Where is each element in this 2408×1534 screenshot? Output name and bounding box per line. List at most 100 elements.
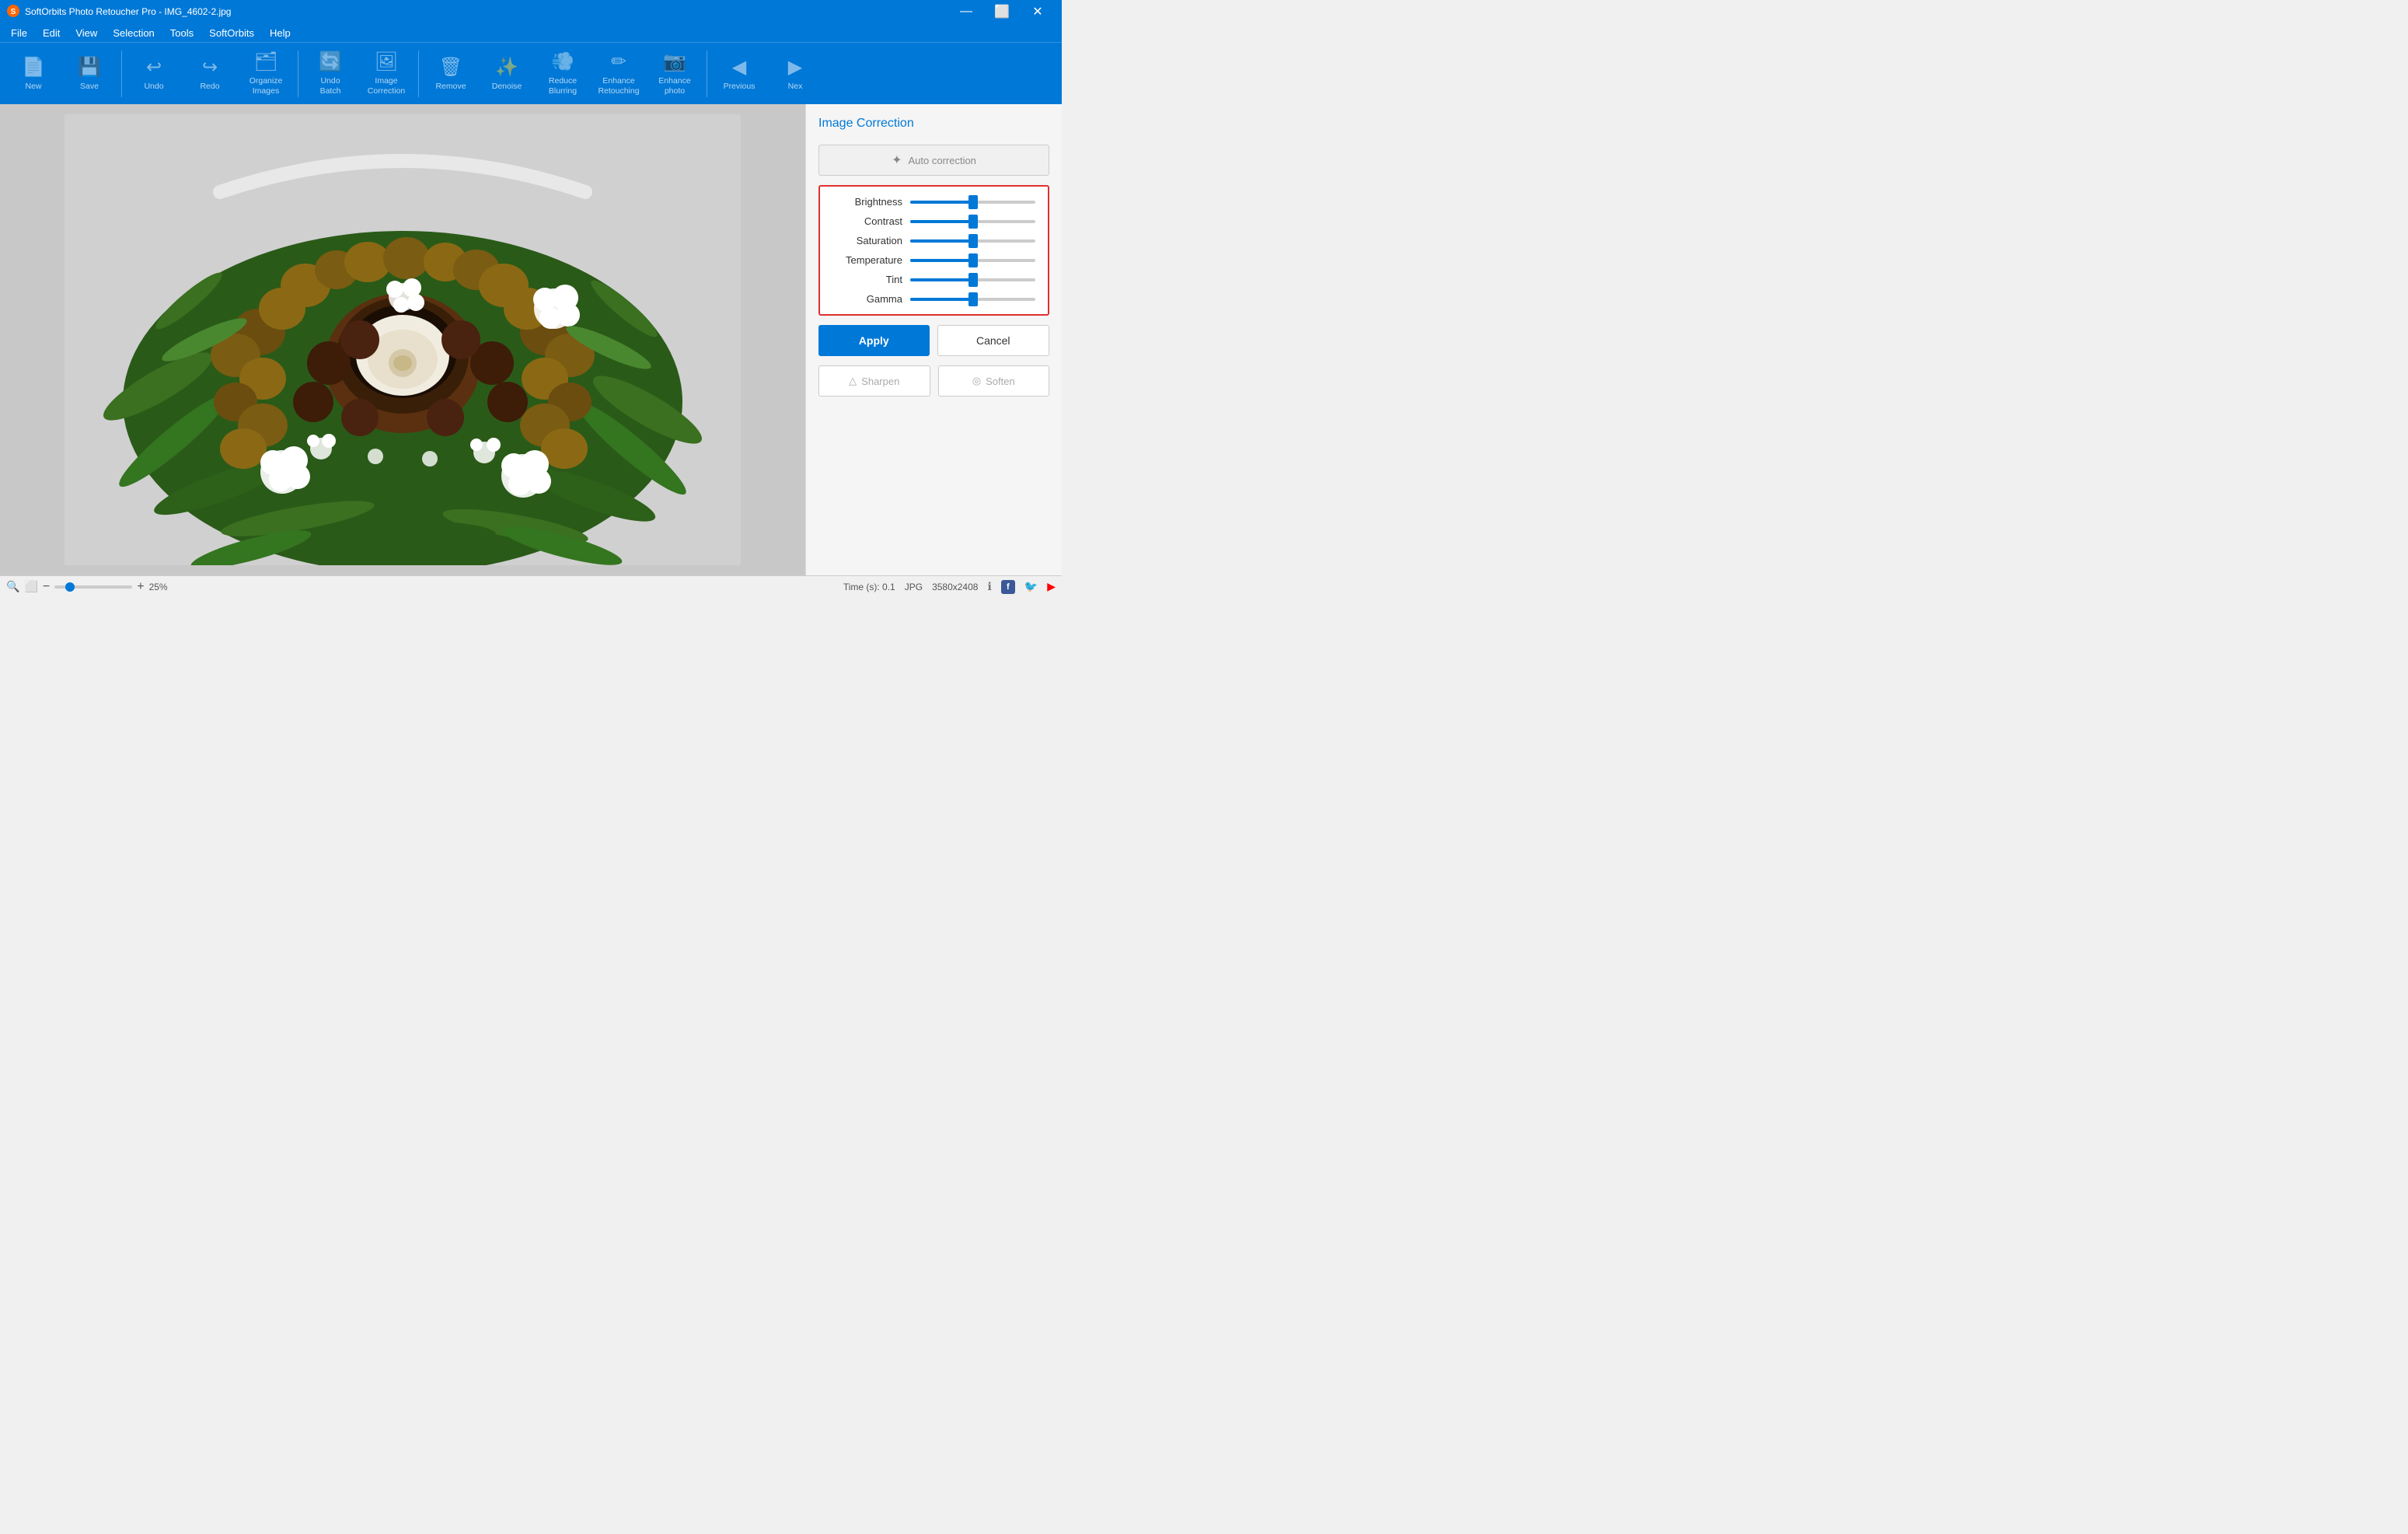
tint-slider[interactable] [910, 278, 1035, 281]
menu-softorbits[interactable]: SoftOrbits [201, 23, 262, 42]
reduce-blurring-icon: 💨 [551, 51, 574, 73]
gamma-label: Gamma [832, 293, 902, 305]
status-bar-left: 🔍 ⬜ − + 25% [6, 580, 837, 594]
toolbar-remove[interactable]: 🗑 Remove [424, 46, 478, 102]
info-icon[interactable]: ℹ [987, 580, 991, 593]
next-icon: ▶ [788, 56, 802, 79]
menu-edit[interactable]: Edit [35, 23, 68, 42]
redo-icon: ↪ [202, 56, 218, 79]
gamma-row: Gamma [832, 293, 1035, 305]
temperature-row: Temperature [832, 254, 1035, 266]
toolbar-next[interactable]: ▶ Nex [768, 46, 822, 102]
saturation-fill [910, 239, 973, 243]
window-controls: — ⬜ ✕ [948, 0, 1056, 23]
saturation-row: Saturation [832, 235, 1035, 246]
undo-batch-icon: 🔄 [319, 51, 342, 73]
image-correction-icon: 🖼 [375, 51, 398, 73]
toolbar-denoise[interactable]: ✨ Denoise [480, 46, 534, 102]
soften-button[interactable]: ◎ Soften [938, 365, 1050, 397]
toolbar-save[interactable]: 💾 Save [62, 46, 117, 102]
temperature-thumb[interactable] [968, 253, 978, 267]
previous-icon: ◀ [732, 56, 746, 79]
temperature-fill [910, 259, 973, 262]
status-bar: 🔍 ⬜ − + 25% Time (s): 0.1 JPG 3580x2408 … [0, 575, 1062, 597]
toolbar-enhance-photo[interactable]: 📷 Enhancephoto [647, 46, 702, 102]
temperature-slider[interactable] [910, 259, 1035, 262]
main-area: Image Correction ✦ Auto correction Brigh… [0, 104, 1062, 575]
zoom-plus[interactable]: + [137, 580, 144, 594]
save-icon: 💾 [78, 56, 101, 79]
youtube-icon[interactable]: ▶ [1047, 580, 1056, 593]
status-bar-right: Time (s): 0.1 JPG 3580x2408 ℹ f 🐦 ▶ [843, 580, 1056, 594]
gamma-thumb[interactable] [968, 292, 978, 306]
menu-bar: File Edit View Selection Tools SoftOrbit… [0, 23, 1062, 42]
toolbar-undo-batch[interactable]: 🔄 UndoBatch [303, 46, 358, 102]
menu-tools[interactable]: Tools [162, 23, 201, 42]
facebook-icon[interactable]: f [1001, 580, 1015, 594]
saturation-thumb[interactable] [968, 234, 978, 248]
menu-selection[interactable]: Selection [105, 23, 162, 42]
toolbar-new[interactable]: 📄 New [6, 46, 61, 102]
minimize-button[interactable]: — [948, 0, 984, 23]
zoom-minus[interactable]: − [43, 580, 50, 594]
toolbar-organize[interactable]: 🗂 OrganizeImages [239, 46, 293, 102]
toolbar-image-correction-label: ImageCorrection [368, 76, 405, 96]
title-bar: S SoftOrbits Photo Retoucher Pro - IMG_4… [0, 0, 1062, 23]
temperature-label: Temperature [832, 254, 902, 266]
svg-text:S: S [11, 8, 16, 16]
gamma-slider[interactable] [910, 298, 1035, 301]
soften-icon: ◎ [972, 375, 981, 387]
sharpen-button[interactable]: △ Sharpen [818, 365, 930, 397]
toolbar-undo[interactable]: ↩ Undo [127, 46, 181, 102]
cancel-button[interactable]: Cancel [937, 325, 1050, 356]
zoom-thumb[interactable] [65, 582, 75, 592]
auto-correction-icon: ✦ [892, 152, 902, 168]
toolbar-denoise-label: Denoise [492, 82, 522, 92]
format-label: JPG [905, 582, 923, 592]
toolbar-previous[interactable]: ◀ Previous [712, 46, 766, 102]
toolbar: 📄 New 💾 Save ↩ Undo ↪ Redo 🗂 OrganizeIma… [0, 42, 1062, 104]
twitter-icon[interactable]: 🐦 [1024, 580, 1038, 593]
effect-buttons: △ Sharpen ◎ Soften [818, 365, 1049, 397]
time-label: Time (s): 0.1 [843, 582, 895, 592]
auto-correction-button[interactable]: ✦ Auto correction [818, 145, 1049, 176]
toolbar-image-correction[interactable]: 🖼 ImageCorrection [359, 46, 414, 102]
window-title: SoftOrbits Photo Retoucher Pro - IMG_460… [25, 6, 231, 17]
brightness-label: Brightness [832, 196, 902, 208]
toolbar-new-label: New [25, 82, 41, 92]
zoom-in-icon[interactable]: 🔍 [6, 580, 19, 593]
toolbar-organize-label: OrganizeImages [250, 76, 283, 96]
photo-canvas [65, 114, 741, 565]
toolbar-previous-label: Previous [724, 82, 756, 92]
enhance-photo-icon: 📷 [663, 51, 686, 73]
toolbar-enhance-retouching-label: EnhanceRetouching [598, 76, 639, 96]
saturation-slider[interactable] [910, 239, 1035, 243]
right-panel: Image Correction ✦ Auto correction Brigh… [805, 104, 1062, 575]
contrast-slider[interactable] [910, 220, 1035, 223]
close-button[interactable]: ✕ [1020, 0, 1056, 23]
organize-icon: 🗂 [254, 51, 277, 73]
brightness-row: Brightness [832, 196, 1035, 208]
maximize-button[interactable]: ⬜ [984, 0, 1020, 23]
sharpen-icon: △ [849, 375, 857, 387]
toolbar-redo-label: Redo [200, 82, 219, 92]
zoom-slider[interactable] [54, 585, 132, 589]
toolbar-undo-batch-label: UndoBatch [320, 76, 341, 96]
menu-view[interactable]: View [68, 23, 105, 42]
tint-thumb[interactable] [968, 273, 978, 287]
toolbar-enhance-retouching[interactable]: ✏ EnhanceRetouching [592, 46, 646, 102]
saturation-label: Saturation [832, 235, 902, 246]
brightness-slider[interactable] [910, 201, 1035, 204]
contrast-thumb[interactable] [968, 215, 978, 229]
toolbar-reduce-blurring[interactable]: 💨 ReduceBlurring [536, 46, 590, 102]
brightness-thumb[interactable] [968, 195, 978, 209]
enhance-retouching-icon: ✏ [611, 51, 626, 73]
sharpen-label: Sharpen [861, 376, 899, 387]
menu-file[interactable]: File [3, 23, 35, 42]
canvas-area [0, 104, 805, 575]
menu-help[interactable]: Help [262, 23, 298, 42]
toolbar-enhance-photo-label: Enhancephoto [658, 76, 690, 96]
contrast-row: Contrast [832, 215, 1035, 227]
apply-button[interactable]: Apply [818, 325, 930, 356]
toolbar-redo[interactable]: ↪ Redo [183, 46, 237, 102]
